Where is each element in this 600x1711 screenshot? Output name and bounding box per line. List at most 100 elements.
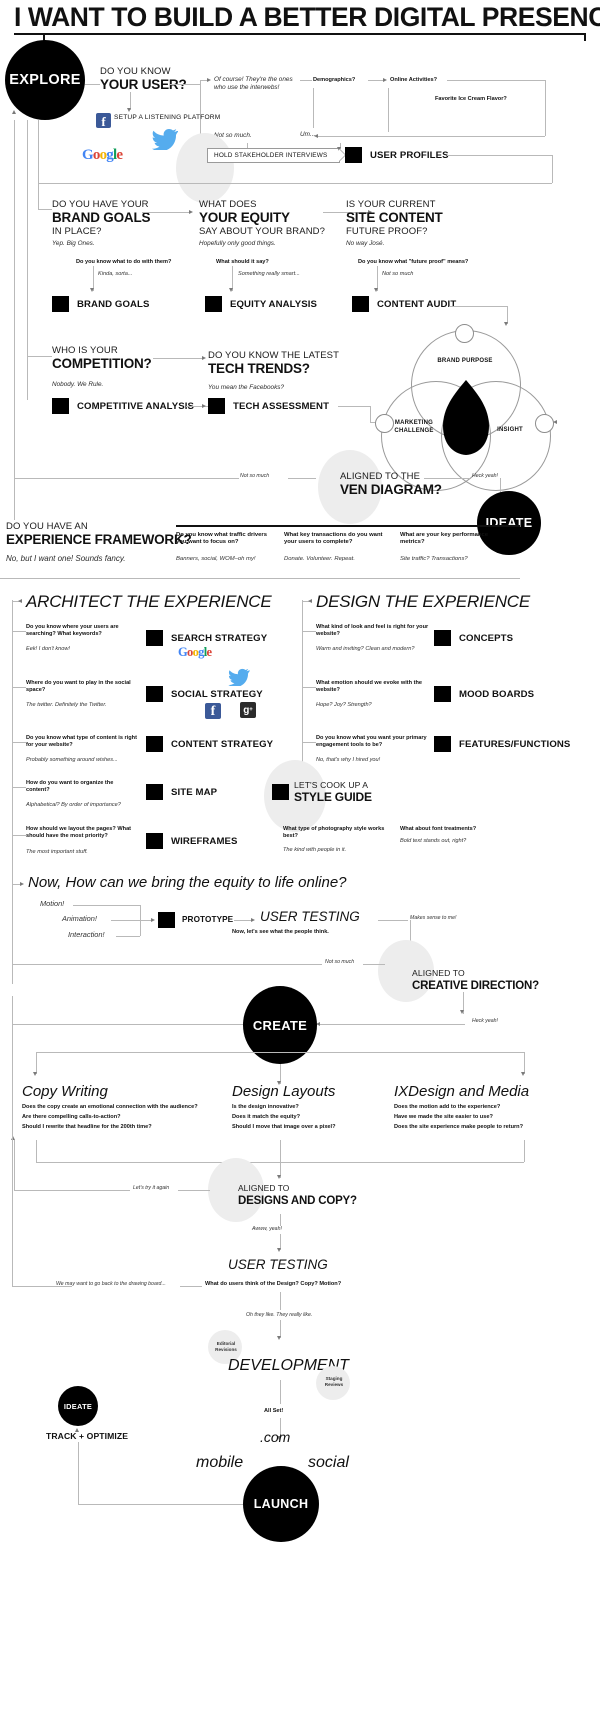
user-testing-2-label: USER TESTING bbox=[228, 1257, 328, 1272]
copy-writing-title: Copy Writing bbox=[22, 1083, 108, 1100]
copy-writing-line1: Are there compelling calls-to-action? bbox=[22, 1114, 121, 1120]
design-heading-arrow bbox=[308, 598, 312, 603]
mood-boards-label: MOOD BOARDS bbox=[459, 689, 535, 700]
competition-answer: Nobody. We Rule. bbox=[52, 381, 104, 388]
competition-q-bold: COMPETITION? bbox=[52, 356, 152, 371]
phase-ideate-small[interactable]: IDEATE bbox=[58, 1386, 98, 1426]
prototype-heading: Now, How can we bring the equity to life… bbox=[28, 874, 347, 891]
creative-gate-no-label: Not so much bbox=[325, 959, 355, 965]
retry-rail bbox=[14, 1190, 130, 1191]
architect-row2-q: Do you know what type of content is righ… bbox=[26, 735, 137, 748]
brand-goals-label: BRAND GOALS bbox=[77, 299, 150, 310]
competitive-analysis-swatch bbox=[52, 398, 69, 414]
dotcom-label: .com bbox=[260, 1429, 291, 1445]
track-up-rail bbox=[78, 1442, 79, 1504]
tech-to-venn-line bbox=[338, 406, 370, 407]
icecream-return-line bbox=[318, 136, 545, 137]
equity-analysis-swatch bbox=[205, 296, 222, 312]
twitter-bird-icon bbox=[152, 129, 178, 150]
design-row1-a: Hope? Joy? Strength? bbox=[316, 702, 372, 708]
architect-row3-q: How do you want to organize the content? bbox=[26, 780, 114, 793]
user-profiles-swatch bbox=[345, 147, 362, 163]
brand-q-tail: IN PLACE? bbox=[52, 226, 102, 237]
prototype-swatch bbox=[158, 912, 175, 928]
photography-a: The kind with people in it. bbox=[283, 847, 347, 853]
site-map-swatch bbox=[146, 784, 163, 800]
brand-q-light: DO YOU HAVE YOUR bbox=[52, 199, 149, 210]
ixdesign-line1: Have we made the site easier to use? bbox=[394, 1114, 493, 1120]
equity-down-arrow bbox=[229, 288, 234, 292]
brand-answer: Yep. Big Ones. bbox=[52, 240, 95, 247]
framework-col0-q: Do you know what traffic drivers you wan… bbox=[176, 532, 267, 546]
venn-node-top bbox=[455, 324, 474, 343]
venn-gate-yes-label: Heck yeah! bbox=[472, 473, 498, 479]
retry-up-rail bbox=[14, 1140, 15, 1190]
awww-rail-1 bbox=[280, 1214, 281, 1226]
tech-assessment-label: TECH ASSESSMENT bbox=[233, 401, 330, 412]
design-rail bbox=[302, 600, 303, 780]
listening-arrow bbox=[127, 108, 132, 112]
tech-q-bold: TECH TRENDS? bbox=[208, 361, 310, 376]
architect-row3-a: Alphabetical? By order of importance? bbox=[26, 802, 121, 808]
architect-row0-q: Do you know where your users are searchi… bbox=[26, 624, 119, 637]
venn-gate-no-label: Not so much bbox=[240, 473, 270, 479]
design-row0-q: What kind of look and feel is right for … bbox=[316, 624, 429, 637]
create-branch-left-rail bbox=[36, 1052, 37, 1074]
retry-label: Let's try it again bbox=[133, 1185, 170, 1191]
design-row0-line bbox=[302, 631, 316, 632]
social-strategy-swatch bbox=[146, 686, 163, 702]
tech-q-light: DO YOU KNOW THE LATEST bbox=[208, 350, 339, 361]
equity-subans: Something really smart... bbox=[238, 271, 300, 277]
prototype-in-arrow bbox=[151, 917, 155, 922]
profiles-return-rail bbox=[38, 183, 552, 184]
wireframes-swatch bbox=[146, 833, 163, 849]
explore-to-q1-line bbox=[85, 84, 100, 85]
framework-col1-q: What key transactions do you want your u… bbox=[284, 532, 383, 546]
competition-feed-line bbox=[27, 356, 52, 357]
font-q: What about font treatments? bbox=[400, 826, 477, 832]
creative-gate-light: ALIGNED TO bbox=[412, 968, 465, 978]
audit-to-venn-arrow bbox=[504, 322, 509, 326]
architect-row1-q: Where do you want to play in the social … bbox=[26, 680, 131, 693]
venn-gate-no-rail bbox=[14, 478, 239, 479]
q1-branch-line bbox=[170, 84, 200, 85]
facebook-icon-social: f bbox=[205, 703, 221, 719]
venn-gate-yes-line bbox=[424, 478, 470, 479]
copy-writing-line2: Should I rewrite that headline for the 2… bbox=[22, 1124, 152, 1130]
create-collect-arrow bbox=[277, 1175, 282, 1179]
content-q-bold: SITE CONTENT bbox=[346, 210, 443, 225]
content-audit-swatch bbox=[352, 296, 369, 312]
framework-q-bold: EXPERIENCE FRAMEWORK? bbox=[6, 532, 192, 547]
awww-yeah-label: Awww, yeah! bbox=[252, 1226, 282, 1232]
architect-row2-a: Probably something around wishes... bbox=[26, 757, 118, 763]
google-logo-search: Google bbox=[178, 645, 212, 659]
creative-gate-yes-arrow bbox=[460, 1010, 465, 1014]
drawing-board-label: We may want to go back to the drawing bo… bbox=[56, 1281, 166, 1287]
venn-label-insight: INSIGHT bbox=[497, 427, 523, 433]
content-answer: No way José. bbox=[346, 240, 385, 247]
competition-to-tech-line bbox=[153, 358, 203, 359]
creative-gate-no-line bbox=[363, 964, 385, 965]
hold-stakeholder-interviews[interactable]: HOLD STAKEHOLDER INTERVIEWS bbox=[207, 148, 346, 163]
style-guide-bold: STYLE GUIDE bbox=[294, 790, 372, 804]
phase-launch[interactable]: LAUNCH bbox=[243, 1466, 319, 1542]
architect-row0-line bbox=[12, 631, 26, 632]
infographic-page: I WANT TO BUILD A BETTER DIGITAL PRESENC… bbox=[0, 0, 600, 1711]
profiles-out-line bbox=[447, 155, 552, 156]
phase-explore[interactable]: EXPLORE bbox=[5, 40, 85, 120]
design-layouts-line1: Does it match the equity? bbox=[232, 1114, 301, 1120]
equity-subq: What should it say? bbox=[216, 259, 269, 265]
prototype-heading-arrow bbox=[20, 881, 24, 886]
google-logo: Google bbox=[82, 147, 123, 163]
architect-row3-line bbox=[12, 787, 26, 788]
they-like-rail-1 bbox=[280, 1292, 281, 1310]
design-row2-line bbox=[302, 742, 316, 743]
brand-subq: Do you know what to do with them? bbox=[76, 259, 172, 265]
twitter-bird-icon-social bbox=[228, 668, 250, 686]
oa-to-icecream-line bbox=[447, 80, 545, 81]
search-strategy-swatch bbox=[146, 630, 163, 646]
design-layouts-line0: Is the design innovative? bbox=[232, 1104, 299, 1110]
search-strategy-label: SEARCH STRATEGY bbox=[171, 633, 268, 644]
venn-gate-no-line2 bbox=[288, 478, 316, 479]
architect-row4-q: How should we layout the pages? What sho… bbox=[26, 826, 132, 839]
